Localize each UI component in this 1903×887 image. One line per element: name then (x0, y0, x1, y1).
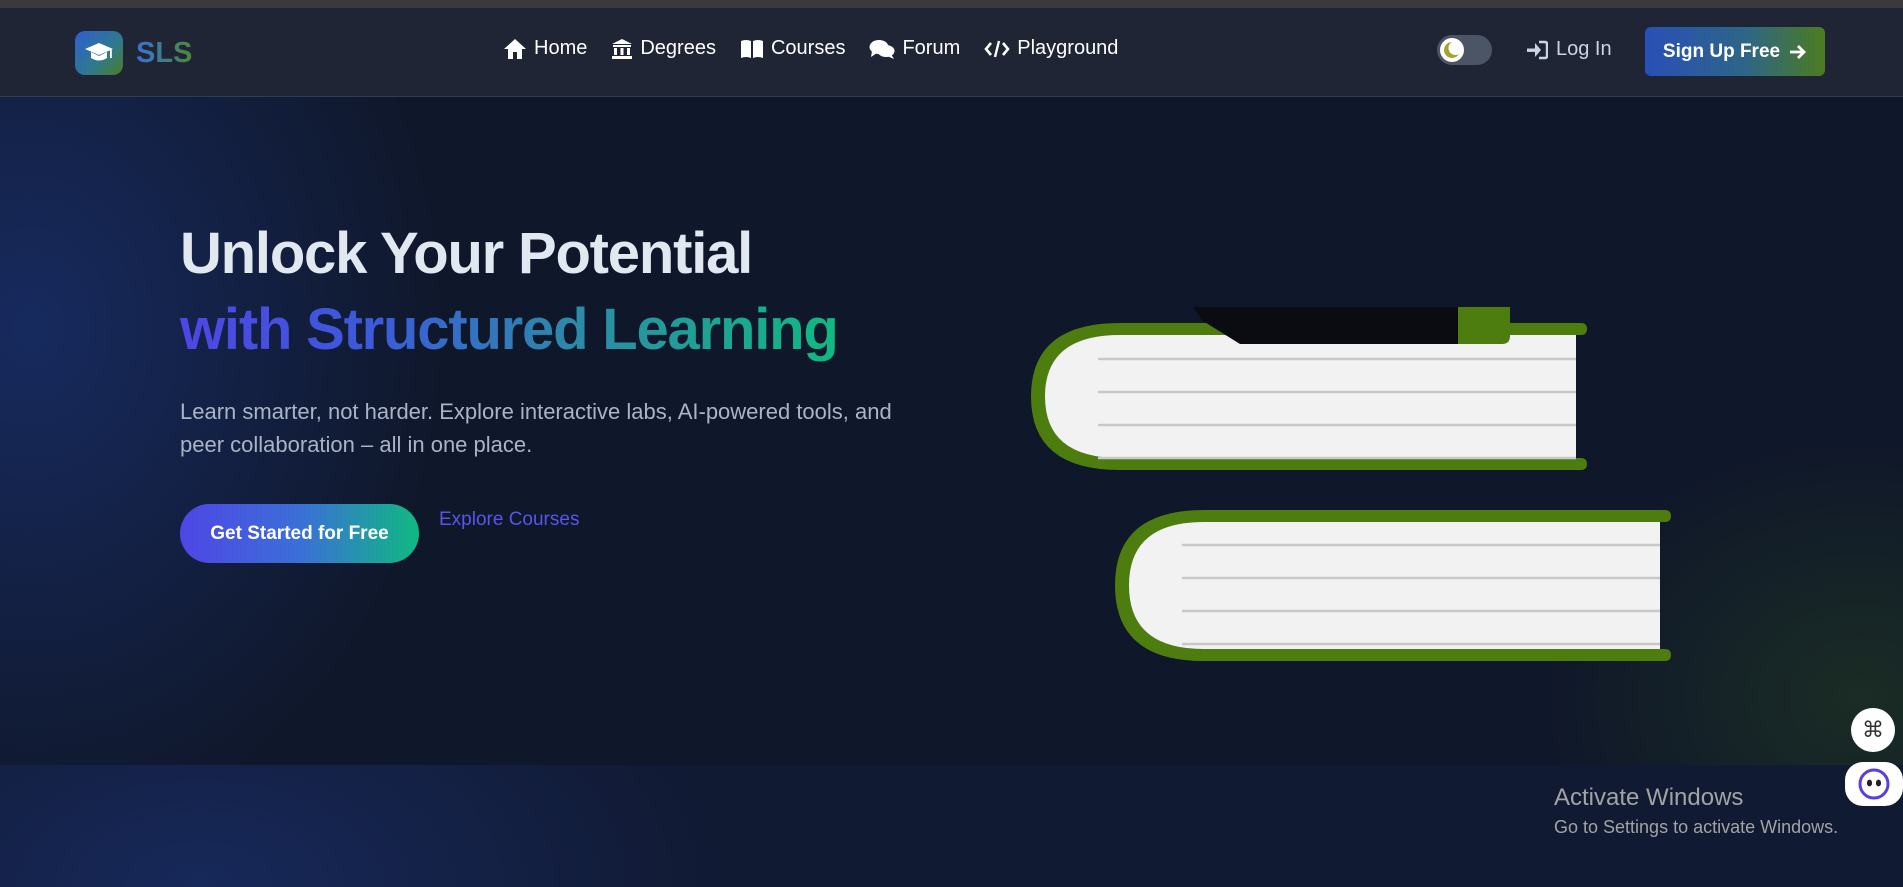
assistant-widget-button[interactable] (1845, 762, 1903, 806)
sign-in-icon (1527, 40, 1548, 59)
nav-degrees[interactable]: Degrees (611, 37, 716, 60)
hero-section: Unlock Your Potential with Structured Le… (0, 97, 1903, 765)
nav-courses-label: Courses (770, 37, 846, 59)
top-book-pages (1045, 335, 1576, 458)
hero-description: Learn smarter, not harder. Explore inter… (180, 399, 892, 457)
moon-icon (1440, 38, 1464, 62)
signup-label: Sign Up Free (1662, 40, 1781, 62)
login-link[interactable]: Log In (1526, 38, 1612, 61)
nav-home[interactable]: Home (503, 37, 587, 60)
hero-title-gradient: with Structured Learning (180, 295, 839, 365)
pen-cap (1458, 307, 1510, 344)
home-icon (504, 38, 526, 59)
nav-home-label: Home (534, 37, 588, 59)
hero-title: Unlock Your Potential (180, 221, 753, 286)
logo[interactable]: SLS (75, 31, 192, 75)
stacked-books-illustration (1031, 307, 1671, 661)
nav-playground[interactable]: Playground (984, 37, 1118, 60)
graduation-cap-icon (75, 31, 123, 75)
activate-windows-subtitle: Go to Settings to activate Windows. (1554, 817, 1839, 837)
nav-forum-label: Forum (902, 37, 961, 59)
bottom-book-pages (1129, 522, 1660, 649)
bot-face-icon (1858, 768, 1890, 800)
pen-body (1193, 307, 1458, 344)
book-open-icon (740, 39, 763, 58)
nav-playground-label: Playground (1017, 37, 1119, 59)
command-shortcut-button[interactable]: ⌘ (1851, 708, 1895, 752)
browser-top-strip (0, 0, 1903, 8)
nav-degrees-label: Degrees (640, 37, 716, 59)
get-started-button[interactable]: Get Started for Free (180, 504, 419, 563)
command-icon: ⌘ (1862, 717, 1884, 743)
arrow-right-icon (1790, 44, 1807, 59)
activate-windows-title: Activate Windows (1554, 784, 1744, 811)
theme-toggle[interactable] (1437, 35, 1492, 65)
signup-button[interactable]: Sign Up Free (1645, 27, 1825, 76)
logo-text: SLS (136, 36, 193, 69)
code-icon (984, 40, 1010, 57)
nav-links: Home Degrees Courses Forum Playground (503, 37, 1118, 60)
navbar: SLS Home Degrees Courses Forum Playgroun… (0, 8, 1903, 97)
explore-courses-link[interactable]: Explore Courses (439, 509, 579, 531)
nav-courses[interactable]: Courses (740, 37, 845, 60)
comments-icon (869, 39, 895, 59)
university-icon (612, 38, 633, 59)
nav-forum[interactable]: Forum (869, 37, 960, 60)
login-label: Log In (1556, 38, 1612, 60)
